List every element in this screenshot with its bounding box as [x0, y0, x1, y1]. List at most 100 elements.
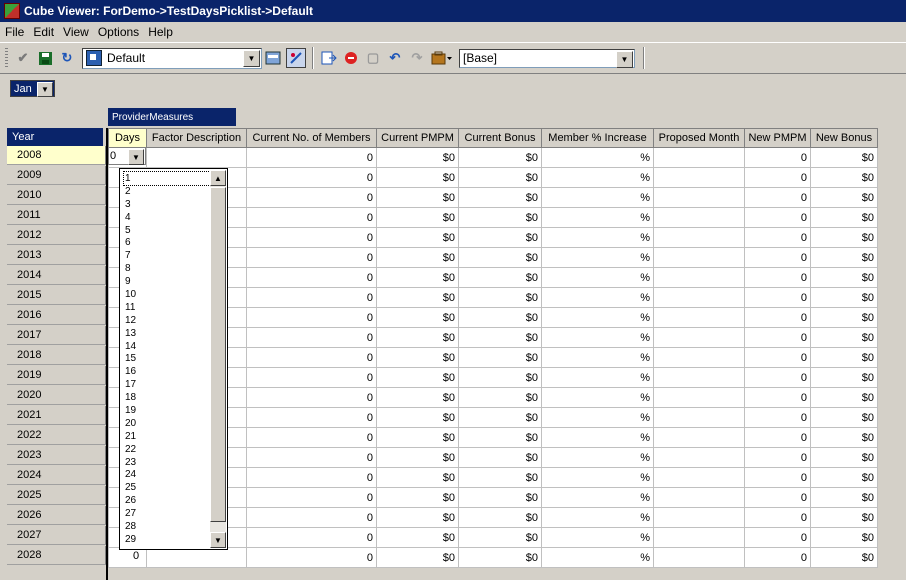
column-header[interactable]: New PMPM [744, 128, 811, 148]
picklist-item[interactable]: 23 [124, 456, 210, 469]
cell-month[interactable] [653, 447, 745, 468]
picklist-item[interactable]: 4 [124, 211, 210, 224]
menu-file[interactable]: File [0, 25, 28, 39]
picklist-item[interactable]: 25 [124, 481, 210, 494]
scroll-up-icon[interactable]: ▲ [210, 170, 226, 186]
cell-new-pmpm[interactable]: 0 [744, 467, 811, 488]
cell-members[interactable]: 0 [246, 267, 377, 288]
cell-bonus[interactable]: $0 [458, 387, 542, 408]
cell-pmpm[interactable]: $0 [376, 387, 459, 408]
menu-help[interactable]: Help [143, 25, 177, 39]
cell-new-pmpm[interactable]: 0 [744, 487, 811, 508]
cell-pmpm[interactable]: $0 [376, 367, 459, 388]
cell-new-bonus[interactable]: $0 [810, 207, 878, 228]
cell-pmpm[interactable]: $0 [376, 347, 459, 368]
cell-new-bonus[interactable]: $0 [810, 187, 878, 208]
cell-new-bonus[interactable]: $0 [810, 527, 878, 548]
view-combo[interactable]: Default ▼ [82, 47, 262, 69]
cell-increase[interactable]: % [541, 527, 654, 548]
cell-members[interactable]: 0 [246, 247, 377, 268]
cell-new-bonus[interactable]: $0 [810, 407, 878, 428]
cell-new-pmpm[interactable]: 0 [744, 247, 811, 268]
subset-combo[interactable]: [Base] ▼ [459, 48, 635, 68]
cell-increase[interactable]: % [541, 247, 654, 268]
chevron-down-icon[interactable]: ▼ [243, 49, 260, 67]
month-combo[interactable]: Jan ▼ [10, 80, 55, 97]
cell-new-pmpm[interactable]: 0 [744, 407, 811, 428]
cell-month[interactable] [653, 147, 745, 168]
cell-month[interactable] [653, 347, 745, 368]
cell-increase[interactable]: % [541, 367, 654, 388]
dimension-icon[interactable] [286, 48, 306, 68]
cell-bonus[interactable]: $0 [458, 267, 542, 288]
cell-new-pmpm[interactable]: 0 [744, 547, 811, 568]
cell-bonus[interactable]: $0 [458, 527, 542, 548]
cell-new-pmpm[interactable]: 0 [744, 207, 811, 228]
picklist-item[interactable]: 8 [124, 262, 210, 275]
row-header-year[interactable]: 2018 [7, 346, 106, 365]
cell-month[interactable] [653, 227, 745, 248]
cell-members[interactable]: 0 [246, 427, 377, 448]
cell-new-pmpm[interactable]: 0 [744, 367, 811, 388]
cell-month[interactable] [653, 407, 745, 428]
cell-pmpm[interactable]: $0 [376, 287, 459, 308]
cell-new-bonus[interactable]: $0 [810, 347, 878, 368]
cell-new-bonus[interactable]: $0 [810, 507, 878, 528]
view-save-icon[interactable] [264, 49, 282, 67]
cell-new-bonus[interactable]: $0 [810, 227, 878, 248]
picklist-item[interactable]: 16 [124, 365, 210, 378]
cell-pmpm[interactable]: $0 [376, 467, 459, 488]
picklist-scrollbar[interactable]: ▲ ▼ [210, 170, 226, 548]
cell-increase[interactable]: % [541, 347, 654, 368]
cell-members[interactable]: 0 [246, 347, 377, 368]
cell-pmpm[interactable]: $0 [376, 147, 459, 168]
cell-members[interactable]: 0 [246, 467, 377, 488]
cell-new-pmpm[interactable]: 0 [744, 327, 811, 348]
row-header-year[interactable]: 2020 [7, 386, 106, 405]
cell-bonus[interactable]: $0 [458, 467, 542, 488]
cell-bonus[interactable]: $0 [458, 347, 542, 368]
column-header[interactable]: Factor Description [146, 128, 247, 148]
cell-month[interactable] [653, 527, 745, 548]
cell-increase[interactable]: % [541, 507, 654, 528]
days-picklist[interactable]: 1 2 3 4 5 6 7 8 9 10 11 12 13 14 15 16 17 18 19 20 21 22 23 24 2… [119, 168, 228, 550]
cell-members[interactable]: 0 [246, 507, 377, 528]
row-header-year[interactable]: 2010 [7, 186, 106, 205]
picklist-item[interactable]: 28 [124, 520, 210, 533]
picklist-item[interactable]: 27 [124, 507, 210, 520]
cell-increase[interactable]: % [541, 547, 654, 568]
cell-new-pmpm[interactable]: 0 [744, 507, 811, 528]
row-header-year[interactable]: 2028 [7, 546, 106, 565]
picklist-item[interactable]: 3 [124, 198, 210, 211]
picklist-item[interactable]: 22 [124, 443, 210, 456]
row-header-year[interactable]: 2019 [7, 366, 106, 385]
cell-members[interactable]: 0 [246, 407, 377, 428]
cell-increase[interactable]: % [541, 167, 654, 188]
cell-bonus[interactable]: $0 [458, 407, 542, 428]
cell-bonus[interactable]: $0 [458, 147, 542, 168]
picklist-item[interactable]: 13 [124, 327, 210, 340]
column-header[interactable]: Days [108, 128, 147, 148]
picklist-item[interactable]: 14 [124, 340, 210, 353]
row-header-year[interactable]: 2026 [7, 506, 106, 525]
column-header[interactable]: New Bonus [810, 128, 878, 148]
cell-month[interactable] [653, 507, 745, 528]
cell-members[interactable]: 0 [246, 327, 377, 348]
scroll-thumb[interactable] [210, 187, 226, 522]
cell-pmpm[interactable]: $0 [376, 307, 459, 328]
cell-increase[interactable]: % [541, 227, 654, 248]
cell-month[interactable] [653, 427, 745, 448]
cell-pmpm[interactable]: $0 [376, 167, 459, 188]
cell-members[interactable]: 0 [246, 187, 377, 208]
cell-new-bonus[interactable]: $0 [810, 267, 878, 288]
column-header[interactable]: Current PMPM [376, 128, 459, 148]
cell-bonus[interactable]: $0 [458, 487, 542, 508]
picklist-item[interactable]: 17 [124, 378, 210, 391]
cell-increase[interactable]: % [541, 407, 654, 428]
cell-pmpm[interactable]: $0 [376, 447, 459, 468]
factor-description-cell[interactable] [146, 547, 247, 568]
sandbox-icon[interactable]: ▢ [364, 49, 382, 67]
cell-new-bonus[interactable]: $0 [810, 287, 878, 308]
cell-new-pmpm[interactable]: 0 [744, 187, 811, 208]
row-header-year[interactable]: 2025 [7, 486, 106, 505]
